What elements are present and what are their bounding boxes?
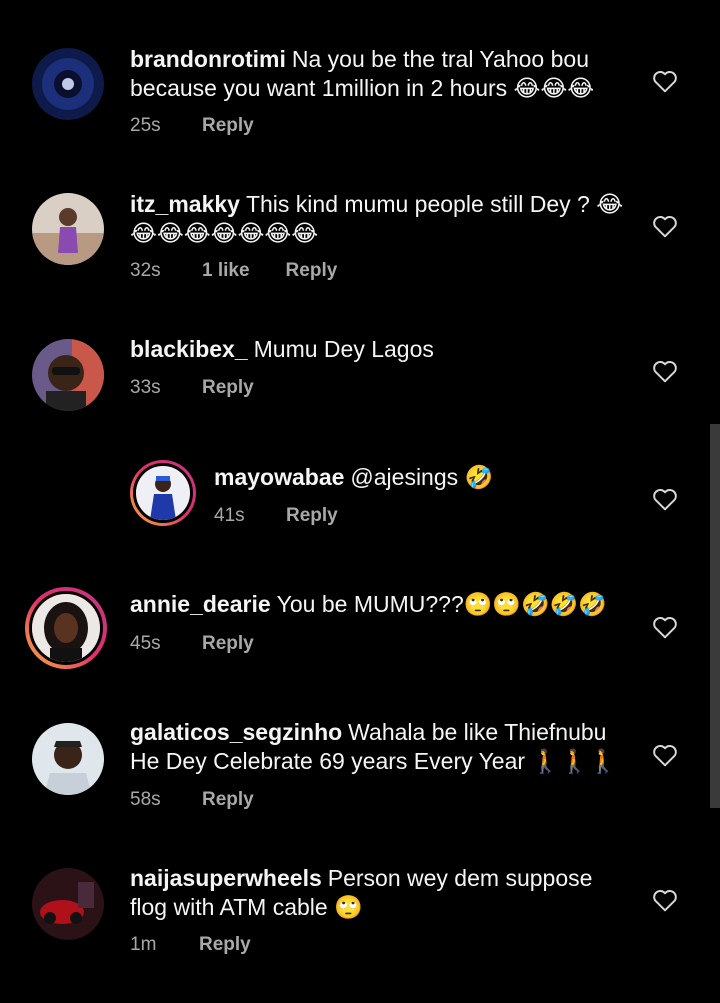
comment-text: annie_dearie You be MUMU???🙄🙄🤣🤣🤣 [130,590,630,619]
heart-outline-icon[interactable] [652,214,678,238]
comment-time: 32s [130,260,161,281]
avatar[interactable] [25,587,107,669]
avatar[interactable] [130,460,196,526]
comment-text: naijasuperwheels Person wey dem suppose f… [130,864,630,922]
avatar[interactable] [32,723,104,795]
comment-text: itz_makky This kind mumu people still Dey… [130,190,630,248]
comment-username[interactable]: annie_dearie [130,591,271,617]
comment-text: galaticos_segzinho Wahala be like Thiefnu… [130,718,630,776]
comment-time: 41s [214,505,245,526]
heart-outline-icon[interactable] [652,359,678,383]
scrollbar[interactable] [710,424,720,808]
comment-meta: 1m Reply [130,934,251,956]
heart-outline-icon[interactable] [652,888,678,912]
reply-button[interactable]: Reply [286,260,338,282]
comment-username[interactable]: mayowabae [214,464,344,490]
comment-meta: 45s Reply [130,633,254,655]
comment-text: brandonrotimi Na you be the tral Yahoo bo… [130,45,630,103]
avatar[interactable] [32,48,104,120]
comment-username[interactable]: galaticos_segzinho [130,719,342,745]
comment-meta: 41s Reply [214,505,338,527]
comment-username[interactable]: blackibex_ [130,336,248,362]
comment-body: Mumu Dey Lagos [253,336,434,362]
heart-outline-icon[interactable] [652,743,678,767]
like-count[interactable]: 1 like [202,260,250,282]
comment-body: You be MUMU???🙄🙄🤣🤣🤣 [276,591,607,617]
comment-meta: 32s 1 like Reply [130,260,337,282]
comments-screen: brandonrotimi Na you be the tral Yahoo bo… [0,0,720,1003]
avatar[interactable] [32,193,104,265]
comment-time: 1m [130,934,157,955]
comment-text: blackibex_ Mumu Dey Lagos [130,335,630,364]
comment-meta: 58s Reply [130,789,254,811]
heart-outline-icon[interactable] [652,69,678,93]
reply-button[interactable]: Reply [199,934,251,956]
comment-username[interactable]: naijasuperwheels [130,865,322,891]
reply-button[interactable]: Reply [202,115,254,137]
comment-meta: 25s Reply [130,115,254,137]
comment-time: 58s [130,789,161,810]
comment-meta: 33s Reply [130,377,254,399]
comment-username[interactable]: itz_makky [130,191,240,217]
reply-button[interactable]: Reply [202,633,254,655]
reply-button[interactable]: Reply [202,377,254,399]
heart-outline-icon[interactable] [652,487,678,511]
comment-text: mayowabae @ajesings 🤣 [214,463,634,492]
comment-time: 25s [130,115,161,136]
avatar[interactable] [32,868,104,940]
comment-time: 33s [130,377,161,398]
avatar[interactable] [32,339,104,411]
reply-button[interactable]: Reply [286,505,338,527]
comment-body: @ajesings 🤣 [350,464,494,490]
comment-time: 45s [130,633,161,654]
reply-button[interactable]: Reply [202,789,254,811]
heart-outline-icon[interactable] [652,615,678,639]
comment-username[interactable]: brandonrotimi [130,46,286,72]
